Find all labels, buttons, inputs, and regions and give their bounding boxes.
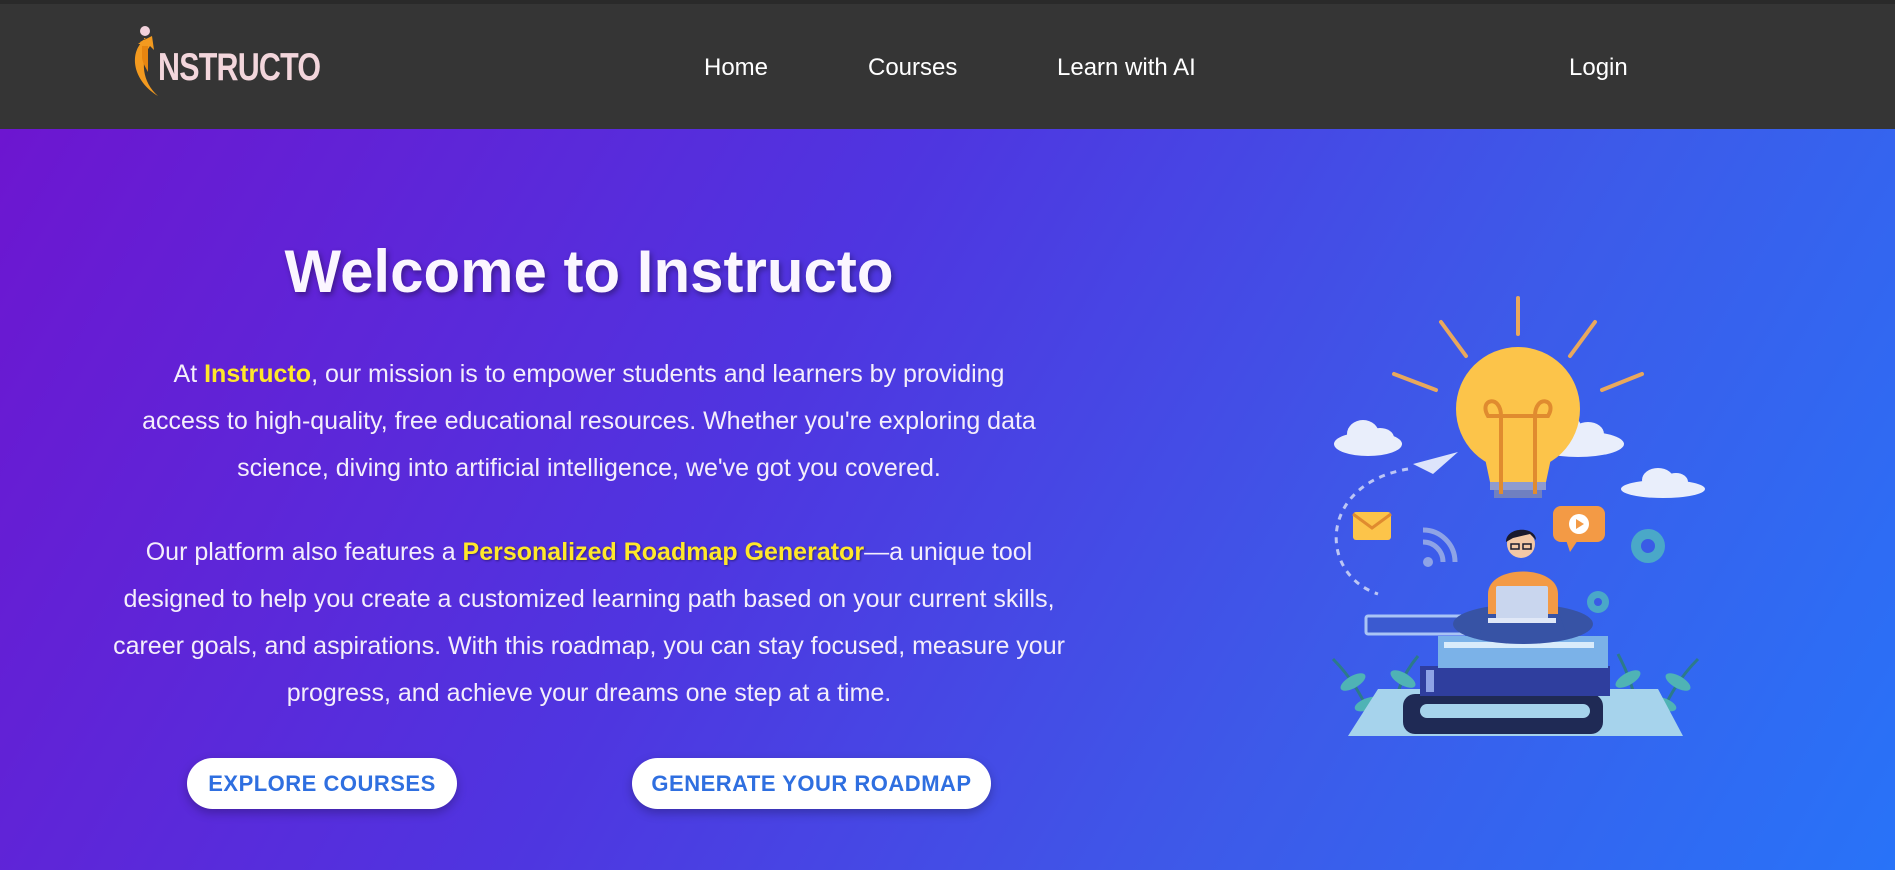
instructo-highlight: Instructo <box>204 360 312 388</box>
hero-mission-paragraph: At Instructo, our mission is to empower … <box>140 351 1038 492</box>
logo-text: NSTRUCTO <box>158 46 321 89</box>
nav-learn-with-ai-link[interactable]: Learn with AI <box>1057 54 1196 82</box>
hero-roadmap-paragraph: Our platform also features a Personalize… <box>110 529 1068 717</box>
navbar: NSTRUCTO Home Courses Learn with AI Logi… <box>0 0 1895 129</box>
nav-login-link[interactable]: Login <box>1569 54 1628 82</box>
learner-lightbulb-illustration <box>1331 296 1705 736</box>
hero-title: Welcome to Instructo <box>284 238 894 305</box>
mission-text-start: At <box>173 360 205 388</box>
roadmap-generator-highlight: Personalized Roadmap Generator <box>462 538 865 566</box>
nav-home-link[interactable]: Home <box>704 54 768 82</box>
roadmap-text-start: Our platform also features a <box>145 538 463 566</box>
instructo-logo[interactable]: NSTRUCTO <box>128 24 328 100</box>
nav-courses-link[interactable]: Courses <box>868 54 957 82</box>
generate-roadmap-button[interactable]: GENERATE YOUR ROADMAP <box>632 758 991 809</box>
explore-courses-button[interactable]: EXPLORE COURSES <box>187 758 457 809</box>
hero-section: Welcome to Instructo At Instructo, our m… <box>0 129 1895 870</box>
